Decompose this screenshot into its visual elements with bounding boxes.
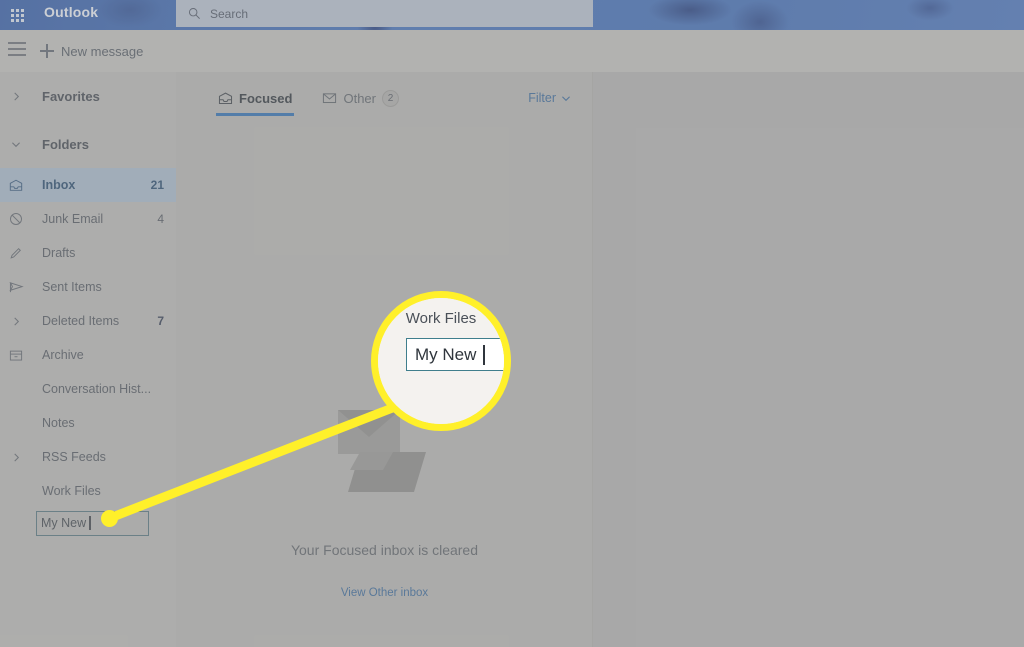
magnified-work-files-label: Work Files	[405, 310, 477, 327]
callout-leader-line	[105, 400, 405, 523]
callout-anchor-dot	[101, 510, 118, 527]
magnified-text-caret	[483, 344, 486, 365]
outlook-web-app: Outlook Search New message Favorites Fol…	[0, 0, 1024, 647]
callout-magnifier: Work Files My New	[371, 291, 511, 431]
magnified-input-value: My New	[415, 344, 477, 364]
magnified-folder-name-input: My New	[406, 338, 504, 371]
magnifier-content: Work Files My New	[378, 298, 504, 424]
